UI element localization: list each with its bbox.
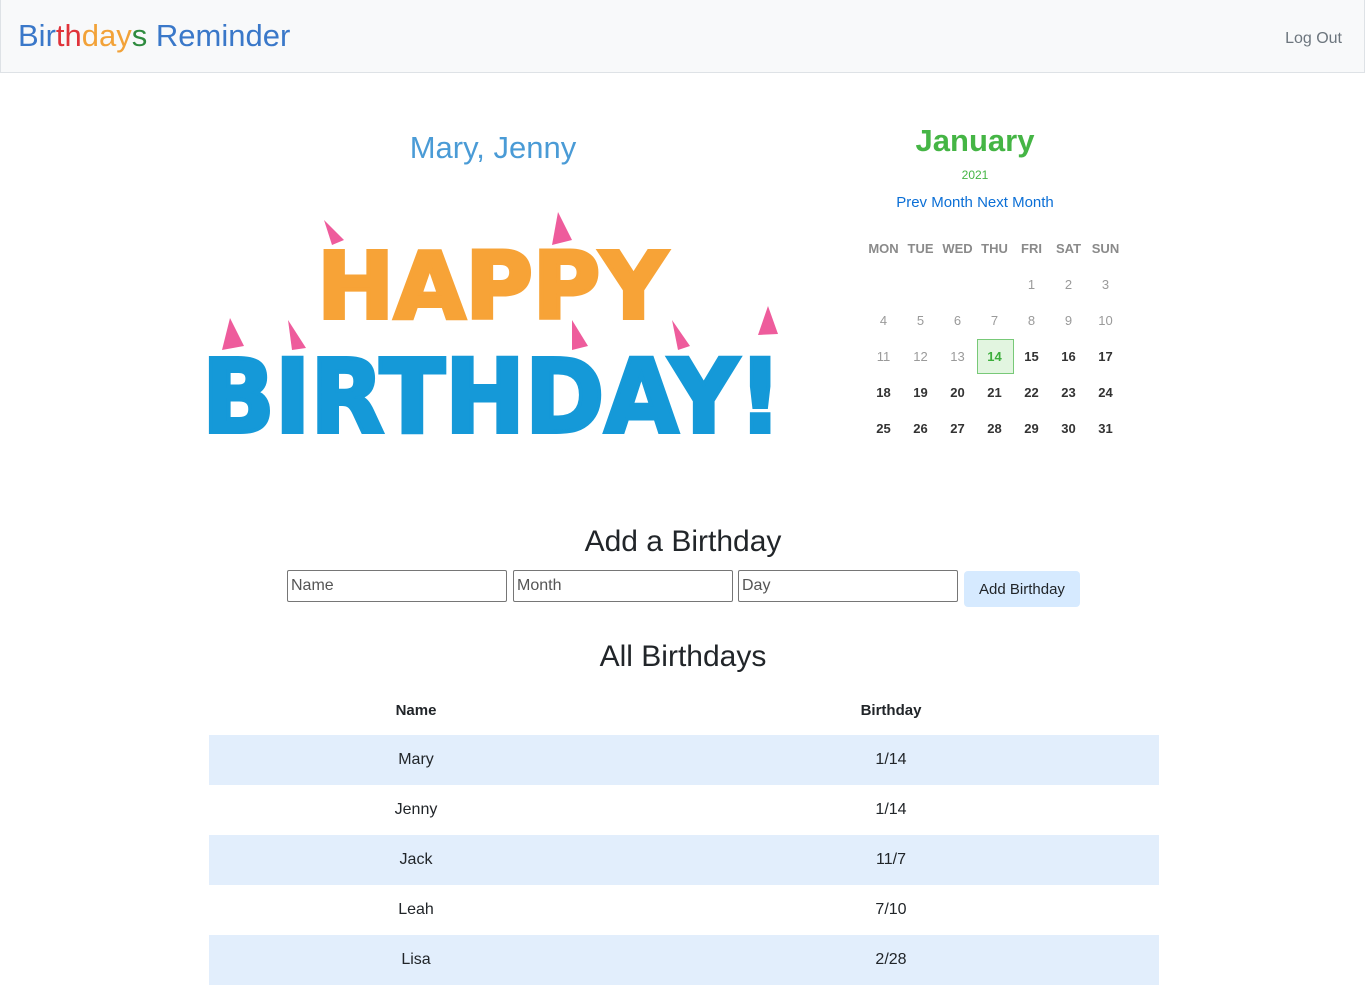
- banner-birthday-text: BIRTHDAY!: [202, 338, 782, 457]
- table-row: Jack 11/7: [209, 835, 1159, 885]
- birthday-name-cell: Mary: [209, 735, 623, 785]
- table-header-row: Name Birthday: [209, 685, 1159, 735]
- table-row: Leah 7/10: [209, 885, 1159, 935]
- calendar-day[interactable]: 27: [939, 420, 976, 438]
- calendar-week-row: 11 12 13 14 15 16 17: [865, 339, 1124, 374]
- birthday-name-cell: Leah: [398, 901, 434, 918]
- calendar-day[interactable]: 5: [902, 312, 939, 330]
- banner-happy-text: HAPPY: [317, 233, 668, 340]
- calendar-day[interactable]: 16: [1050, 348, 1087, 366]
- brand-letters: s: [131, 18, 148, 53]
- name-input[interactable]: [287, 570, 507, 602]
- calendar-day[interactable]: 24: [1087, 384, 1124, 402]
- birthday-name-cell: Jenny: [394, 801, 438, 818]
- calendar-day[interactable]: 7: [976, 312, 1013, 330]
- calendar-week-row: 25 26 27 28 29 30 31: [865, 420, 1124, 438]
- calendar-day-empty: [976, 276, 1013, 294]
- calendar-day[interactable]: 25: [865, 420, 902, 438]
- calendar-day[interactable]: 20: [939, 384, 976, 402]
- add-birthday-title: Add a Birthday: [584, 525, 782, 558]
- calendar-day[interactable]: 9: [1050, 312, 1087, 330]
- calendar-nav: Prev Month Next Month: [860, 194, 1090, 211]
- brand-letters: Bir: [18, 18, 56, 53]
- birthday-date-cell: 2/28: [623, 935, 1159, 985]
- calendar-day[interactable]: 22: [1013, 384, 1050, 402]
- calendar-week-row: 123: [865, 276, 1124, 294]
- table-row: Jenny 1/14: [209, 785, 1159, 835]
- calendar-day[interactable]: 21: [976, 384, 1013, 402]
- birthdays-table: Name Birthday Mary 1/14 Jenny 1/14 Jack 11/7 L…: [209, 685, 1159, 985]
- calendar-day[interactable]: 30: [1050, 420, 1087, 438]
- calendar-weekday-header: MON TUE WED THU FRI SAT SUN: [865, 240, 1124, 258]
- calendar-day[interactable]: 19: [902, 384, 939, 402]
- calendar-grid: MON TUE WED THU FRI SAT SUN 1 2 3 4 5 6 7 8 9 10 11 12 13 14…: [865, 240, 1124, 438]
- calendar-day-empty: [939, 276, 976, 294]
- calendar-day[interactable]: 1: [1013, 276, 1050, 294]
- brand-letters: a: [99, 18, 117, 53]
- calendar-day[interactable]: 12: [902, 348, 939, 366]
- brand-letters: t: [55, 18, 65, 53]
- calendar-day[interactable]: 18: [865, 384, 902, 402]
- weekday-label: WED: [942, 241, 973, 256]
- brand-letters: y: [116, 18, 132, 53]
- calendar-day[interactable]: 17: [1087, 348, 1124, 366]
- calendar-day[interactable]: 31: [1087, 420, 1124, 438]
- calendar-day[interactable]: 23: [1050, 384, 1087, 402]
- calendar-day[interactable]: 15: [1013, 348, 1050, 366]
- add-birthday-button[interactable]: Add Birthday: [964, 571, 1080, 607]
- all-birthdays-title: All Birthdays: [599, 640, 767, 673]
- brand-letters: h: [64, 18, 82, 53]
- calendar-day[interactable]: 29: [1013, 420, 1050, 438]
- name-column-header: Name: [395, 701, 437, 719]
- today-birthday-names: Mary, Jenny: [409, 130, 577, 165]
- calendar-day[interactable]: 10: [1087, 312, 1124, 330]
- calendar-day[interactable]: 3: [1087, 276, 1124, 294]
- brand-letters: Reminder: [147, 18, 291, 53]
- calendar-week-row: 18 19 20 21 22 23 24: [865, 384, 1124, 402]
- calendar-day[interactable]: 6: [939, 312, 976, 330]
- birthday-name-cell: Jack: [209, 835, 623, 885]
- birthday-date-cell: 7/10: [875, 901, 907, 918]
- next-month-link[interactable]: Next Month: [977, 194, 1054, 211]
- weekday-label: MON: [868, 241, 899, 256]
- weekday-label: THU: [981, 241, 1008, 256]
- birthday-date-cell: 1/14: [623, 735, 1159, 785]
- calendar-month: January: [915, 123, 1035, 158]
- navbar: Birthdays Reminder Log Out: [0, 0, 1365, 73]
- happy-birthday-banner: HAPPY BIRTHDAY!: [200, 212, 784, 459]
- calendar-day[interactable]: 2: [1050, 276, 1087, 294]
- weekday-label: FRI: [1021, 241, 1042, 256]
- logout-link[interactable]: Log Out: [1285, 30, 1342, 48]
- day-input[interactable]: [738, 570, 958, 602]
- calendar-day-empty: [902, 276, 939, 294]
- prev-month-link[interactable]: Prev Month: [896, 194, 973, 211]
- brand-letters: d: [81, 18, 100, 53]
- birthday-column-header: Birthday: [860, 701, 922, 719]
- birthday-date-cell: 11/7: [623, 835, 1159, 885]
- weekday-label: SUN: [1091, 241, 1120, 256]
- weekday-label: SAT: [1055, 241, 1082, 256]
- calendar-day[interactable]: 4: [865, 312, 902, 330]
- birthday-name-cell: Lisa: [209, 935, 623, 985]
- calendar-day-empty: [865, 276, 902, 294]
- calendar-day-today[interactable]: 14: [976, 339, 1014, 374]
- app-brand[interactable]: Birthdays Reminder: [18, 18, 290, 54]
- table-row: Mary 1/14: [209, 735, 1159, 785]
- calendar-day[interactable]: 26: [902, 420, 939, 438]
- calendar-day[interactable]: 11: [865, 348, 902, 366]
- calendar-year: 2021: [961, 168, 989, 182]
- calendar-day[interactable]: 13: [939, 348, 976, 366]
- birthday-date-cell: 1/14: [875, 801, 907, 818]
- weekday-label: TUE: [907, 241, 934, 256]
- calendar-day[interactable]: 8: [1013, 312, 1050, 330]
- calendar-day[interactable]: 28: [976, 420, 1013, 438]
- table-row: Lisa 2/28: [209, 935, 1159, 985]
- month-input[interactable]: [513, 570, 733, 602]
- calendar-week-row: 4 5 6 7 8 9 10: [865, 312, 1124, 330]
